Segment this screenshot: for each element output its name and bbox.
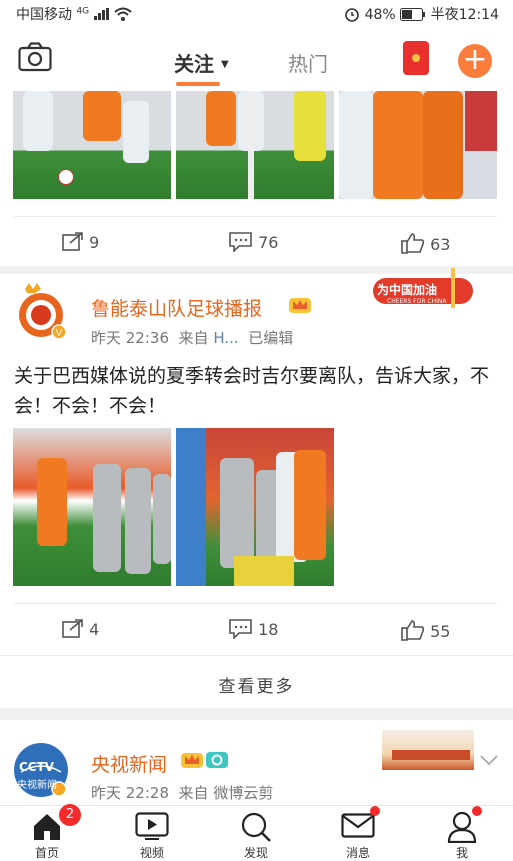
post3-avatar[interactable]: CCTV 央视新闻 (13, 742, 69, 798)
top-nav: 关注 ▼ 热门 (0, 26, 513, 88)
thumbs-up-icon (401, 232, 425, 254)
clock: 半夜12:14 (430, 7, 499, 23)
post3-author[interactable]: 央视新闻 (91, 750, 167, 777)
post2-image-2[interactable] (176, 428, 334, 586)
red-packet-icon[interactable] (403, 41, 429, 75)
nav-discover-label: 发现 (243, 846, 268, 860)
active-tab-indicator (176, 82, 220, 86)
post2-source[interactable]: H... (213, 329, 238, 347)
tab-follow[interactable]: 关注 ▼ (174, 48, 229, 77)
post1-image-3[interactable] (339, 91, 497, 199)
great-wall-decoration (382, 730, 474, 770)
divider (0, 655, 513, 656)
divider (14, 216, 497, 217)
post2-text[interactable]: 关于巴西媒体说的夏季转会时吉尔要离队，告诉大家，不会！不会！不会！ (14, 361, 500, 421)
post2-avatar[interactable]: V (13, 283, 69, 340)
status-left: 中国移动 4G (16, 4, 132, 24)
see-more-button[interactable]: 查看更多 (0, 672, 513, 697)
video-icon (135, 812, 169, 840)
thumbs-up-icon (401, 619, 425, 641)
member-crown-icon[interactable] (289, 295, 311, 315)
comment-icon (229, 232, 253, 253)
wifi-icon (114, 7, 132, 21)
post2-edited: 已编辑 (248, 329, 294, 347)
like-count: 63 (430, 235, 451, 254)
search-icon (240, 811, 272, 843)
repost-count: 9 (89, 233, 100, 252)
post1-comment-button[interactable]: 76 (229, 232, 279, 253)
nav-me-label: 我 (455, 846, 468, 860)
camera-badge-icon[interactable] (206, 750, 228, 770)
repost-count: 4 (89, 620, 100, 639)
post2-time: 昨天 22:36 (91, 329, 169, 347)
svg-text:V: V (56, 328, 63, 339)
messages-dot (370, 806, 380, 816)
post2-meta: 昨天 22:36 来自 H... 已编辑 (91, 327, 293, 348)
cheers-for-china-badge[interactable]: 为中国加油 CHEERS FOR CHINA (369, 268, 477, 320)
badge-subtext: CHEERS FOR CHINA (387, 298, 447, 305)
network-type: 4G (76, 6, 90, 17)
carrier: 中国移动 (16, 7, 72, 23)
post2-repost-button[interactable]: 4 (62, 619, 99, 639)
like-count: 55 (430, 622, 451, 641)
compose-button[interactable]: + (458, 44, 492, 78)
alarm-icon (344, 6, 360, 22)
nav-messages-label: 消息 (345, 846, 370, 860)
avatar-text: CCTV (19, 760, 55, 774)
post3-source-prefix: 来自 (178, 784, 209, 802)
post1-repost-button[interactable]: 9 (62, 232, 99, 252)
home-icon (32, 812, 62, 842)
repost-icon (62, 619, 84, 639)
post2-comment-button[interactable]: 18 (229, 619, 279, 640)
post2-like-button[interactable]: 55 (401, 619, 450, 641)
battery-percent: 48% (364, 7, 396, 23)
comment-icon (229, 619, 253, 640)
post1-image-1[interactable] (13, 91, 171, 199)
battery-icon (400, 8, 426, 21)
comment-count: 76 (258, 233, 279, 252)
post3-meta: 昨天 22:28 来自 微博云剪 (91, 782, 273, 803)
avatar-subtext: 央视新闻 (17, 780, 57, 791)
camera-icon[interactable] (18, 42, 52, 72)
nav-home-label: 首页 (34, 846, 59, 860)
profile-icon (447, 811, 477, 844)
post1-image-2[interactable] (176, 91, 334, 199)
post2-author[interactable]: 鲁能泰山队足球播报 (91, 294, 262, 321)
post1-like-button[interactable]: 63 (401, 232, 450, 254)
post3-source[interactable]: 微博云剪 (213, 784, 273, 802)
post-separator (0, 708, 513, 720)
status-bar: 中国移动 4G 48% 半夜12:14 (0, 0, 513, 26)
post2-image-1[interactable] (13, 428, 171, 586)
tab-hot[interactable]: 热门 (288, 48, 328, 77)
status-right: 48% 半夜12:14 (344, 4, 499, 24)
divider (14, 603, 497, 604)
nav-video-label: 视频 (139, 846, 164, 860)
caret-down-icon: ▼ (220, 59, 229, 70)
repost-icon (62, 232, 84, 252)
member-crown-icon[interactable] (181, 750, 203, 770)
signal-icon (93, 8, 110, 20)
comment-count: 18 (258, 620, 279, 639)
post2-source-prefix: 来自 (178, 329, 209, 347)
badge-text: 为中国加油 (377, 283, 438, 297)
post3-time: 昨天 22:28 (91, 784, 169, 802)
home-badge: 2 (59, 804, 81, 826)
chevron-down-icon[interactable] (479, 752, 499, 766)
tab-follow-label: 关注 (174, 52, 214, 76)
me-dot (472, 806, 482, 816)
bottom-nav: 2 首页 视频 发现 消息 我 (0, 804, 513, 860)
mail-icon (341, 813, 375, 839)
